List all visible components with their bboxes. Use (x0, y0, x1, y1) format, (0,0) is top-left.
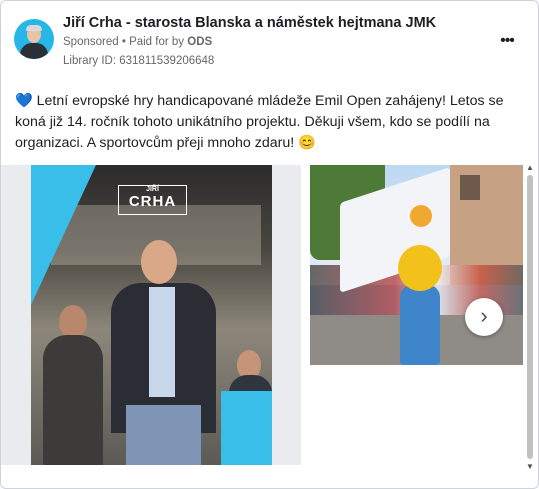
media-carousel: JIŘÍ CRHA › (1, 165, 538, 467)
post-message: Letní evropské hry handicapované mládeže… (15, 93, 504, 151)
speaker-photo: JIŘÍ CRHA (31, 165, 272, 465)
speaker-jeans (126, 405, 201, 465)
avatar[interactable] (14, 19, 54, 59)
bystander-head (59, 305, 87, 339)
separator: • (121, 36, 126, 48)
carousel-card-1[interactable]: JIŘÍ CRHA (1, 165, 301, 465)
speaker-shirt (149, 287, 175, 397)
paid-for-prefix: Paid for by (129, 36, 185, 48)
page-title[interactable]: Jiří Crha - starosta Blanska a náměstek … (63, 15, 436, 31)
carousel-card-2[interactable] (310, 165, 523, 365)
logo-last-name: CRHA (128, 193, 177, 210)
sponsorship-info: Sponsored • Paid for by ODS (63, 36, 212, 48)
crha-logo: JIŘÍ CRHA (118, 185, 187, 215)
scrollbar[interactable]: ▲ ▼ (525, 163, 535, 473)
building-window (460, 175, 480, 200)
avatar-figure (20, 43, 48, 59)
mascot-head (398, 245, 442, 291)
sponsored-label: Sponsored (63, 36, 119, 48)
blue-triangle-decoration (31, 165, 96, 305)
scroll-up-icon[interactable]: ▲ (525, 163, 535, 173)
paid-for-by[interactable]: ODS (187, 36, 212, 48)
ad-post-card: Jiří Crha - starosta Blanska a náměstek … (0, 0, 539, 489)
post-text: 💙 Letní evropské hry handicapované mláde… (15, 91, 527, 154)
blue-corner-decoration (221, 391, 272, 465)
carousel-next-button[interactable]: › (465, 298, 503, 336)
speaker-head (141, 240, 177, 284)
more-options-icon[interactable]: ••• (497, 31, 517, 51)
scrollbar-thumb[interactable] (527, 175, 533, 459)
blue-heart-emoji: 💙 (15, 93, 33, 109)
scroll-down-icon[interactable]: ▼ (525, 462, 535, 472)
smile-emoji: 😊 (298, 135, 316, 151)
flag-emblem (410, 205, 432, 227)
mascot-body (400, 285, 440, 365)
library-id: Library ID: 631811539206648 (63, 55, 215, 67)
bystander-figure (43, 335, 103, 465)
avatar-hair (26, 25, 42, 31)
